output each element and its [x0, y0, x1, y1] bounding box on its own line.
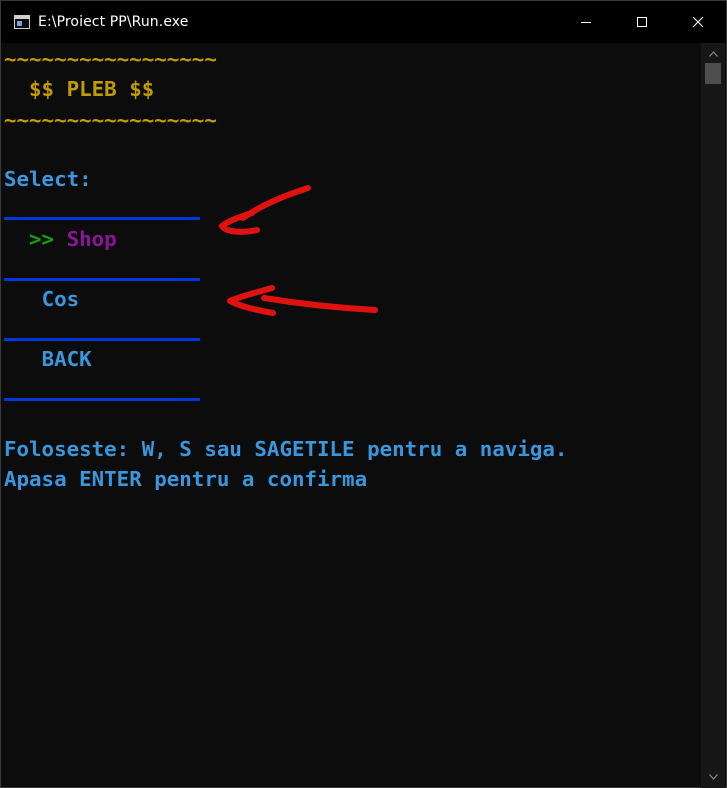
console-output[interactable]: ~~~~~~~~~~~~~~~~~ $$ PLEB $$ ~~~~~~~~~~~…	[1, 43, 700, 788]
vertical-scrollbar[interactable]	[701, 43, 725, 788]
menu-separator	[4, 338, 200, 341]
chevron-down-icon	[708, 774, 718, 780]
minimize-icon	[581, 22, 591, 23]
menu-separator	[4, 278, 200, 281]
console-app-icon	[14, 15, 30, 29]
minimize-button[interactable]	[558, 1, 614, 43]
banner-top: ~~~~~~~~~~~~~~~~~	[4, 47, 217, 71]
maximize-button[interactable]	[614, 1, 670, 43]
menu-item-label: Cos	[41, 287, 80, 311]
menu-item-label: BACK	[41, 347, 92, 371]
menu-separator	[4, 398, 200, 401]
menu-separator	[4, 217, 200, 220]
menu-item-indent	[4, 287, 42, 311]
menu-item-back[interactable]: BACK	[4, 344, 92, 374]
banner-bottom: ~~~~~~~~~~~~~~~~~	[4, 108, 217, 132]
help-text-confirm: Apasa ENTER pentru a confirma	[4, 467, 368, 491]
window-title: E:\Proiect PP\Run.exe	[38, 14, 189, 30]
help-text-navigate: Foloseste: W, S sau SAGETILE pentru a na…	[4, 437, 568, 461]
title-bar[interactable]: E:\Proiect PP\Run.exe	[1, 1, 726, 43]
scroll-down-button[interactable]	[701, 768, 725, 786]
selection-marker: >>	[4, 227, 67, 251]
menu-item-shop[interactable]: >> Shop	[4, 224, 117, 254]
menu-item-cos[interactable]: Cos	[4, 284, 80, 314]
menu-item-label: Shop	[66, 227, 117, 251]
scroll-thumb[interactable]	[705, 63, 721, 84]
close-button[interactable]	[670, 1, 726, 43]
banner-title: $$ PLEB $$	[4, 77, 155, 101]
chevron-up-icon	[708, 51, 718, 57]
maximize-icon	[637, 17, 647, 27]
console-window: E:\Proiect PP\Run.exe ~~~~~~~~~~~~~~~~~ …	[0, 0, 727, 788]
scroll-up-button[interactable]	[701, 45, 725, 63]
menu-item-indent	[4, 347, 42, 371]
select-prompt: Select:	[4, 167, 92, 191]
close-icon	[692, 16, 704, 28]
